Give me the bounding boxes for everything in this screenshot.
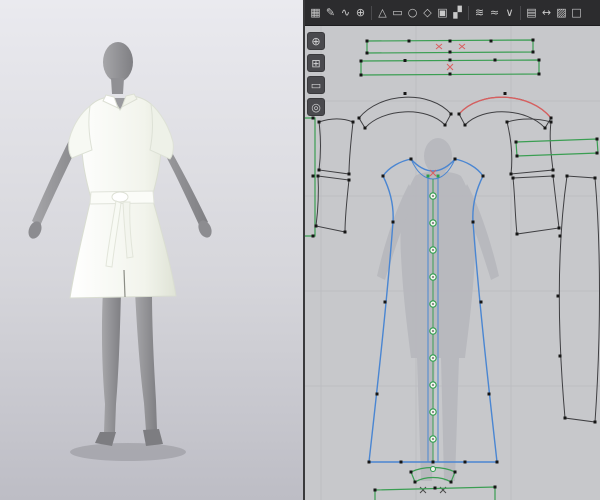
flatten-icon[interactable]: □ <box>569 3 584 23</box>
pattern-piece-dress-front-panel[interactable] <box>367 157 499 464</box>
edit-pattern-icon[interactable]: ✎ <box>323 3 338 23</box>
toolbar-separator <box>371 5 372 20</box>
texture-icon[interactable]: ▨ <box>554 3 569 23</box>
zoom-tool-icon[interactable]: ⊕ <box>307 32 325 50</box>
toolbar-icons: ▦ ✎ ∿ ⊕ △ ▭ ○ ◇ ▣ ▞ ≋ ≈ ∨ ▤ ↔ ▨ □ <box>308 3 584 23</box>
placket-button-dot <box>432 384 434 386</box>
pattern-piece-front-facing-strip[interactable] <box>514 137 599 158</box>
avatar-head <box>103 42 133 82</box>
placket-button-dot <box>432 411 434 413</box>
avatar-neck <box>111 78 124 94</box>
pattern-piece-sleeve-cap-left[interactable] <box>357 92 453 130</box>
pattern-piece-waist-tie-1[interactable] <box>365 38 535 55</box>
placket-button-dot <box>432 195 434 197</box>
pattern-piece-bodice-back-left-upper[interactable] <box>317 118 355 176</box>
add-point-icon[interactable]: ⊕ <box>353 3 368 23</box>
avatar-shadow <box>70 443 186 461</box>
pattern-piece-left-edge-strip[interactable] <box>305 116 316 238</box>
garment-design-app: ▦ ✎ ∿ ⊕ △ ▭ ○ ◇ ▣ ▞ ≋ ≈ ∨ ▤ ↔ ▨ □ ⊕ ⊞ ▭ ◎ <box>0 0 600 500</box>
toolbar-separator <box>520 5 521 20</box>
free-sewing-icon[interactable]: ≈ <box>487 3 502 23</box>
placket-button-dot <box>432 357 434 359</box>
notch-icon[interactable]: ∨ <box>502 3 517 23</box>
pattern-piece-bodice-back-right-upper[interactable] <box>505 118 555 176</box>
transform-pattern-icon[interactable]: ▦ <box>308 3 323 23</box>
pattern-piece-bodice-back-right-lower[interactable] <box>511 174 561 236</box>
polygon-icon[interactable]: △ <box>375 3 390 23</box>
dart-icon[interactable]: ◇ <box>420 3 435 23</box>
circle-icon[interactable]: ○ <box>405 3 420 23</box>
rectangle-icon[interactable]: ▭ <box>390 3 405 23</box>
toolbar-separator <box>468 5 469 20</box>
3d-scene <box>0 0 303 500</box>
pattern-piece-hem-strip[interactable] <box>373 485 497 500</box>
placket-button-dot <box>432 222 434 224</box>
2d-pattern-panel: ▦ ✎ ∿ ⊕ △ ▭ ○ ◇ ▣ ▞ ≋ ≈ ∨ ▤ ↔ ▨ □ ⊕ ⊞ ▭ ◎ <box>305 0 600 500</box>
2d-pattern-canvas[interactable]: ⊕ ⊞ ▭ ◎ <box>305 26 600 500</box>
edit-curvature-icon[interactable]: ∿ <box>338 3 353 23</box>
box-select-tool-icon[interactable]: ▭ <box>307 76 325 94</box>
pattern-toolbar: ▦ ✎ ∿ ⊕ △ ▭ ○ ◇ ▣ ▞ ≋ ≈ ∨ ▤ ↔ ▨ □ <box>305 0 600 26</box>
pattern-piece-sleeve-cap-right[interactable] <box>457 92 553 130</box>
placket-button-dot <box>432 438 434 440</box>
pattern-piece-bodice-back-left-lower[interactable] <box>314 174 351 234</box>
placket-button-dot <box>432 303 434 305</box>
grading-icon[interactable]: ▤ <box>524 3 539 23</box>
internal-shape-icon[interactable]: ▣ <box>435 3 450 23</box>
side-toolbar: ⊕ ⊞ ▭ ◎ <box>307 32 325 116</box>
pattern-piece-waist-tie-2[interactable] <box>359 58 541 77</box>
pattern-svg <box>305 26 600 500</box>
placket-button-dot <box>432 249 434 251</box>
measure-icon[interactable]: ↔ <box>539 3 554 23</box>
placket-button-dot <box>432 330 434 332</box>
pan-tool-icon[interactable]: ⊞ <box>307 54 325 72</box>
dress-belt-knot <box>111 191 129 203</box>
placket-button-dot <box>432 276 434 278</box>
segment-sewing-icon[interactable]: ≋ <box>472 3 487 23</box>
trace-icon[interactable]: ▞ <box>450 3 465 23</box>
3d-viewport[interactable] <box>0 0 303 500</box>
focus-tool-icon[interactable]: ◎ <box>307 98 325 116</box>
